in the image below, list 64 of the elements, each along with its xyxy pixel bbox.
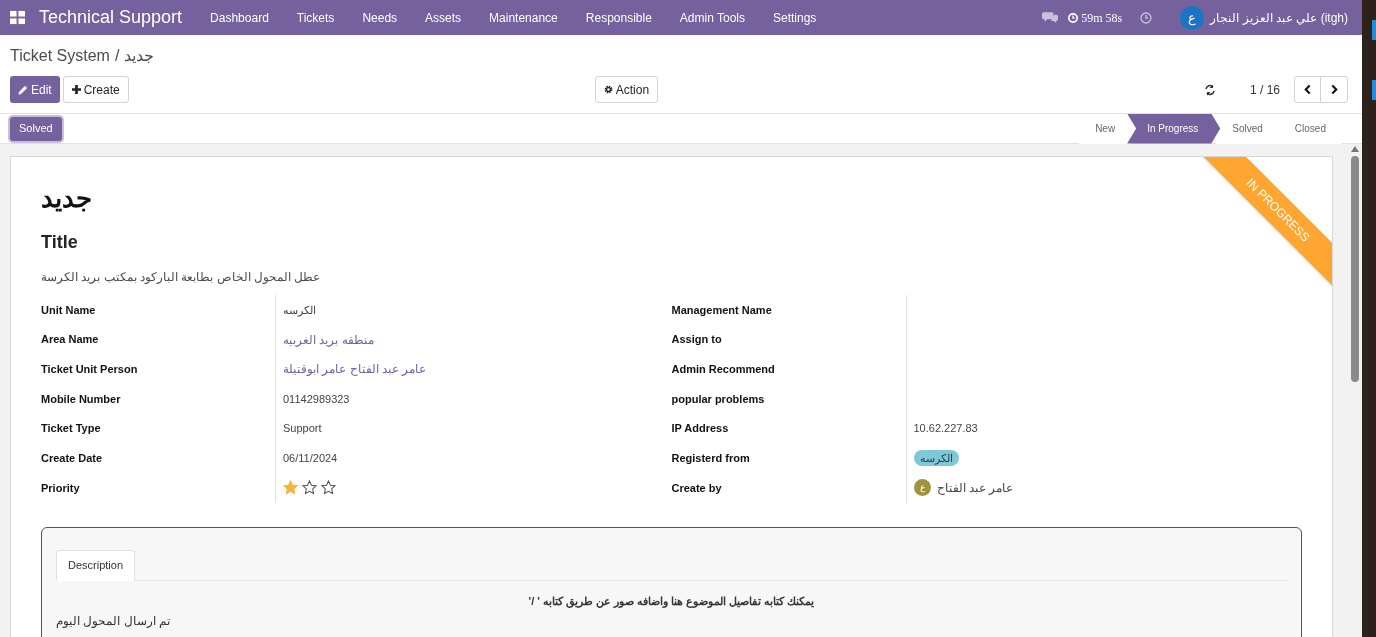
field-label: Ticket Unit Person bbox=[41, 361, 139, 377]
refresh-icon bbox=[1203, 83, 1216, 96]
field-label: Priority bbox=[41, 480, 81, 496]
field-value: 06/11/2024 bbox=[283, 451, 338, 467]
edit-button[interactable]: Edit bbox=[10, 76, 60, 103]
apps-grid-icon bbox=[10, 10, 25, 25]
field-value: 01142989323 bbox=[283, 391, 350, 407]
create-button[interactable]: Create bbox=[62, 76, 129, 103]
breadcrumb-item: جديد bbox=[124, 46, 155, 66]
priority-stars[interactable] bbox=[283, 480, 336, 496]
star-filled-icon bbox=[283, 480, 298, 496]
clock-icon bbox=[1140, 11, 1153, 24]
menu-item[interactable]: Tickets bbox=[282, 8, 349, 27]
field-label: Ticket Type bbox=[41, 421, 102, 437]
menu-item[interactable]: Maintenance bbox=[475, 8, 572, 27]
menu-item[interactable]: Dashboard bbox=[196, 8, 283, 27]
description-text: تم ارسال المحول اليوم bbox=[56, 613, 170, 631]
record-name: جديد bbox=[41, 182, 92, 215]
plus-icon bbox=[71, 85, 81, 94]
pencil-icon bbox=[18, 84, 28, 95]
field-label: Create Date bbox=[41, 451, 104, 467]
field-value: عامر عبد الفتاح bbox=[936, 479, 1014, 497]
tab[interactable]: Description bbox=[56, 549, 136, 581]
scroll-up-icon bbox=[1351, 146, 1359, 152]
chat-icon bbox=[1042, 11, 1059, 24]
field-link[interactable]: منطقه بريد الغربيه bbox=[283, 330, 374, 349]
menu-item[interactable]: Assets bbox=[411, 8, 476, 27]
field-value: الكرسه bbox=[283, 302, 316, 319]
app-title: Technical Support bbox=[39, 6, 183, 29]
field-label: IP Address bbox=[671, 421, 730, 437]
user-avatar: ع bbox=[1180, 5, 1205, 30]
field-label: Unit Name bbox=[41, 302, 97, 318]
field-link[interactable]: عامر عبد الفتاح عامر ابوقتيلة bbox=[283, 360, 427, 379]
action-button[interactable]: Action bbox=[594, 76, 659, 103]
editor-hint: يمكنك كتابه تفاصيل الموضوع هنا واضافه صور عن طريق كتابه ' /' bbox=[527, 593, 816, 610]
clock-icon bbox=[1068, 12, 1079, 23]
star-outline-icon bbox=[321, 480, 336, 496]
field-label: Registerd from bbox=[671, 451, 751, 467]
field-label: Area Name bbox=[41, 332, 100, 348]
chevron-left-icon bbox=[1304, 84, 1311, 95]
tag: الكرسه bbox=[913, 450, 959, 467]
menu-item[interactable]: Responsible bbox=[571, 8, 666, 27]
menu-item[interactable]: Needs bbox=[348, 8, 412, 27]
title-value: عطل المحول الخاص بطابعة الباركود بمكتب بريد الكرسة bbox=[41, 269, 321, 286]
menu-item[interactable]: Admin Tools bbox=[665, 8, 759, 27]
star-outline-icon bbox=[302, 480, 317, 496]
session-timer: 59m 58s bbox=[1081, 9, 1123, 27]
field-value: Support bbox=[283, 421, 322, 437]
field-label: Mobile Number bbox=[41, 391, 122, 407]
user-name[interactable]: علي عبد العزيز النجار (itgh) bbox=[1210, 8, 1348, 27]
pager-counter: 1 / 16 bbox=[1249, 81, 1280, 99]
field-label: popular problems bbox=[671, 391, 766, 407]
field-label: Admin Recommend bbox=[671, 361, 776, 377]
solved-button[interactable]: Solved bbox=[10, 116, 62, 141]
field-label: Create by bbox=[671, 480, 723, 496]
menu-item[interactable]: Settings bbox=[759, 8, 831, 27]
gear-icon bbox=[603, 85, 613, 94]
field-label: Assign to bbox=[671, 332, 723, 348]
chevron-right-icon bbox=[1330, 84, 1338, 95]
breadcrumb-item[interactable]: Ticket System bbox=[10, 44, 110, 68]
field-label: Management Name bbox=[671, 302, 773, 318]
field-value: 10.62.227.83 bbox=[913, 421, 978, 437]
breadcrumb-separator: / bbox=[114, 46, 120, 66]
user-avatar: ع bbox=[913, 479, 931, 497]
